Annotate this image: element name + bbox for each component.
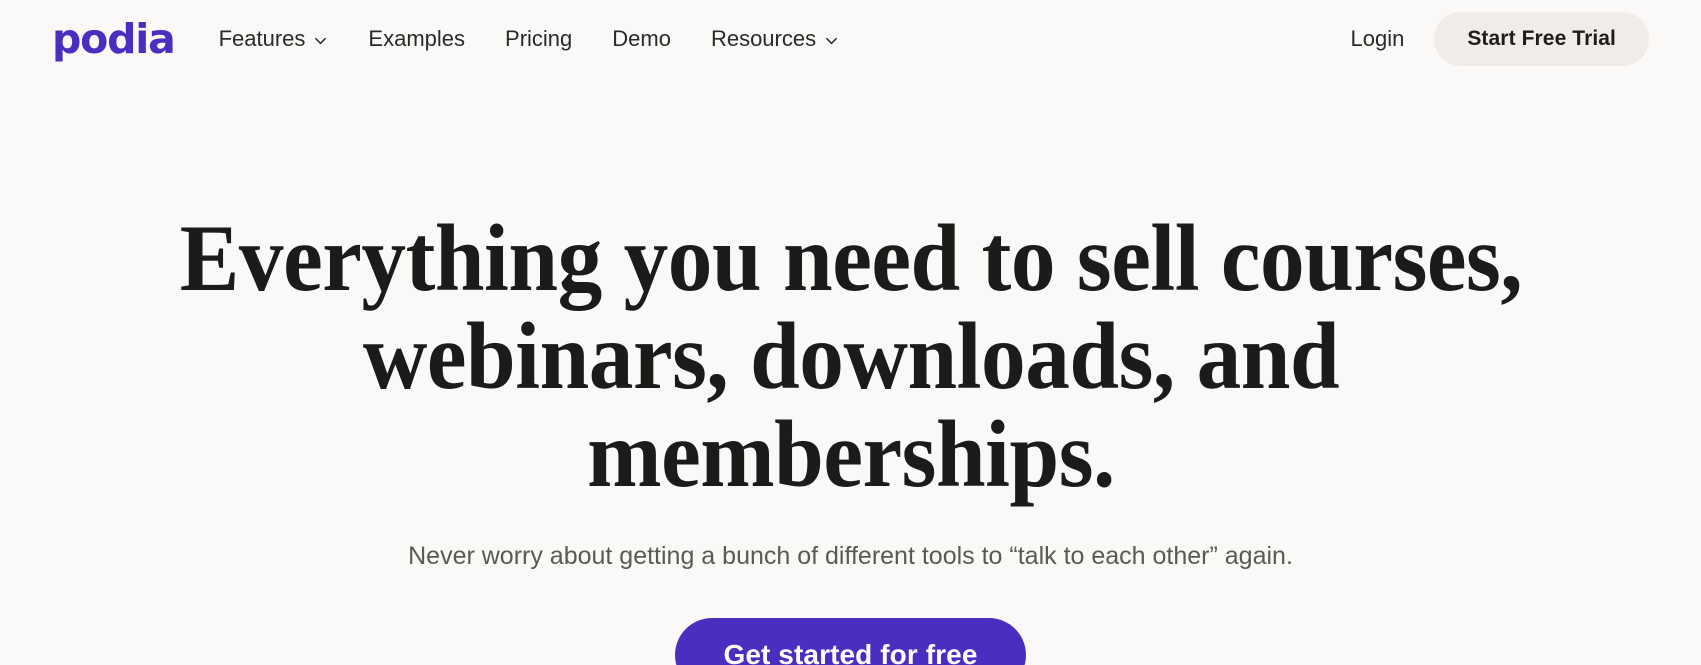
hero-section: Everything you need to sell courses, web… (0, 78, 1701, 665)
nav-item-examples[interactable]: Examples (368, 28, 465, 50)
podia-logo[interactable]: podia (52, 18, 176, 60)
chevron-down-icon (313, 33, 328, 48)
header-actions: Login Start Free Trial (1350, 12, 1649, 66)
hero-title-line-2: webinars, downloads, and memberships. (362, 302, 1339, 507)
landing-page: podia Features Examples Pricing Demo Res… (0, 0, 1701, 665)
nav-label-pricing: Pricing (505, 26, 573, 51)
login-link[interactable]: Login (1350, 26, 1404, 52)
nav-label-features: Features (218, 26, 306, 51)
hero-subtitle: Never worry about getting a bunch of dif… (408, 541, 1293, 570)
nav-label-resources: Resources (710, 26, 817, 51)
nav-list: Features Examples Pricing Demo Resources (219, 28, 840, 50)
hero-cta-container: Get started for free (0, 617, 1701, 665)
nav-item-resources[interactable]: Resources (711, 28, 839, 50)
get-started-for-free-button[interactable]: Get started for free (675, 617, 1026, 665)
hero-title-line-1: Everything you need to sell courses, (179, 205, 1522, 311)
page-title: Everything you need to sell courses, web… (155, 209, 1546, 507)
primary-navigation: Features Examples Pricing Demo Resources (219, 28, 840, 50)
nav-label-demo: Demo (612, 26, 671, 51)
nav-item-demo[interactable]: Demo (612, 28, 671, 50)
nav-label-examples: Examples (368, 26, 466, 51)
nav-item-pricing[interactable]: Pricing (505, 28, 572, 50)
nav-item-features[interactable]: Features (219, 28, 329, 50)
chevron-down-icon (824, 33, 839, 48)
site-header: podia Features Examples Pricing Demo Res… (0, 0, 1701, 78)
start-free-trial-button[interactable]: Start Free Trial (1434, 12, 1649, 66)
